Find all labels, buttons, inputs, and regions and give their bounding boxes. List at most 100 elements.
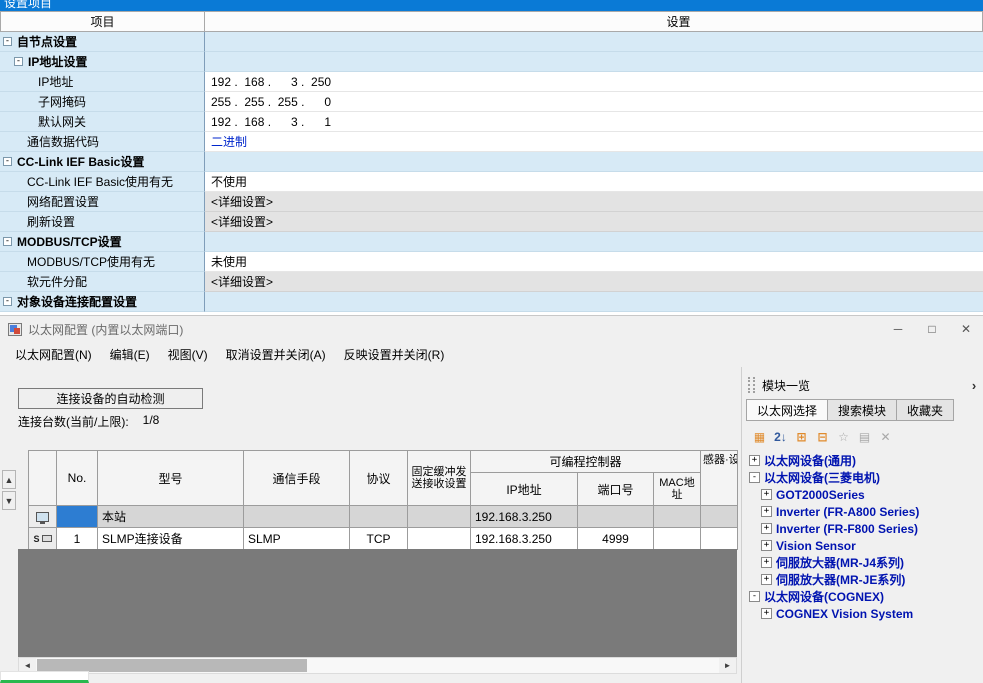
setting-item-cell[interactable]: 通信数据代码	[0, 132, 205, 152]
cell-buffer[interactable]	[408, 528, 471, 550]
menu-item[interactable]: 反映设置并关闭(R)	[335, 343, 454, 366]
setting-value-cell[interactable]: <详细设置>	[205, 212, 983, 232]
setting-value-cell[interactable]: 不使用	[205, 172, 983, 192]
cell-no[interactable]: 1	[57, 528, 98, 550]
module-list-item[interactable]: +伺服放大器(MR-J4系列)	[745, 554, 983, 571]
setting-item-cell[interactable]: -自节点设置	[0, 32, 205, 52]
cell-protocol[interactable]: TCP	[350, 528, 408, 550]
module-list-item[interactable]: +Inverter (FR-F800 Series)	[745, 520, 983, 537]
tree-expander-icon[interactable]: -	[749, 591, 760, 602]
module-list-item[interactable]: +GOT2000Series	[745, 486, 983, 503]
menu-item[interactable]: 以太网配置(N)	[6, 343, 101, 366]
settings-rows: -自节点设置-IP地址设置IP地址192 . 168 . 3 . 250子网掩码…	[0, 32, 983, 312]
close-button[interactable]: ✕	[949, 316, 983, 342]
move-station-down-button[interactable]: ▼	[2, 491, 16, 510]
sort-order-icon[interactable]: 2↓	[770, 427, 791, 447]
panel-grip-icon[interactable]	[748, 377, 755, 393]
module-list-item[interactable]: +Vision Sensor	[745, 537, 983, 554]
tree-expander-icon[interactable]: +	[761, 523, 772, 534]
module-list-item[interactable]: +伺服放大器(MR-JE系列)	[745, 571, 983, 588]
menu-item[interactable]: 视图(V)	[159, 343, 217, 366]
cell-mac[interactable]	[654, 528, 701, 550]
module-list-item[interactable]: +COGNEX Vision System	[745, 605, 983, 622]
tree-expander-icon[interactable]: +	[749, 455, 760, 466]
menu-item[interactable]: 取消设置并关闭(A)	[217, 343, 335, 366]
cell-model[interactable]: SLMP连接设备	[98, 528, 244, 550]
cell-buffer[interactable]	[408, 506, 471, 528]
scroll-left-icon: ◄	[24, 661, 32, 670]
cell-port[interactable]	[578, 506, 654, 528]
maximize-button[interactable]: □	[915, 316, 949, 342]
horizontal-scrollbar[interactable]: ◄ ►	[18, 657, 737, 674]
tree-expander-icon[interactable]: -	[749, 472, 760, 483]
tab-以太网选择[interactable]: 以太网选择	[746, 399, 828, 421]
tree-expander-icon[interactable]: +	[761, 540, 772, 551]
setting-item-cell[interactable]: -MODBUS/TCP设置	[0, 232, 205, 252]
setting-item-cell[interactable]: CC-Link IEF Basic使用有无	[0, 172, 205, 192]
tree-expander-icon[interactable]: +	[761, 557, 772, 568]
module-list-item[interactable]: -以太网设备(COGNEX)	[745, 588, 983, 605]
cell-sensor[interactable]	[701, 528, 738, 550]
setting-value-cell[interactable]: <详细设置>	[205, 272, 983, 292]
cell-mac[interactable]	[654, 506, 701, 528]
menu-item[interactable]: 编辑(E)	[101, 343, 159, 366]
setting-item-cell[interactable]: 软元件分配	[0, 272, 205, 292]
expand-tree-icon[interactable]: ⊞	[791, 427, 812, 447]
collapse-tree-icon[interactable]: ⊟	[812, 427, 833, 447]
module-image-view-icon[interactable]: ▦	[749, 427, 770, 447]
tree-expander-icon[interactable]: -	[3, 237, 12, 246]
setting-value-cell[interactable]: <详细设置>	[205, 192, 983, 212]
setting-item-cell[interactable]: -对象设备连接配置设置	[0, 292, 205, 312]
module-list-item[interactable]: +以太网设备(通用)	[745, 452, 983, 469]
setting-value-cell[interactable]: 未使用	[205, 252, 983, 272]
minimize-button[interactable]: ─	[881, 316, 915, 342]
setting-item-cell[interactable]: 刷新设置	[0, 212, 205, 232]
auto-detect-button[interactable]: 连接设备的自动检测	[18, 388, 203, 409]
cell-comm[interactable]: SLMP	[244, 528, 350, 550]
tab-搜索模块[interactable]: 搜索模块	[827, 399, 897, 421]
cell-ip[interactable]: 192.168.3.250	[471, 506, 578, 528]
tree-expander-icon[interactable]: +	[761, 574, 772, 585]
cell-icon[interactable]: S	[29, 528, 57, 550]
close-list-icon[interactable]: ✕	[875, 427, 896, 447]
favorite-icon[interactable]: ☆	[833, 427, 854, 447]
tree-expander-icon[interactable]: -	[3, 157, 12, 166]
module-list-item[interactable]: +Inverter (FR-A800 Series)	[745, 503, 983, 520]
setting-item-cell[interactable]: 子网掩码	[0, 92, 205, 112]
tree-expander-icon[interactable]: +	[761, 489, 772, 500]
setting-item-cell[interactable]: -IP地址设置	[0, 52, 205, 72]
move-station-up-button[interactable]: ▲	[2, 470, 16, 489]
cell-model[interactable]: 本站	[98, 506, 244, 528]
cell-no[interactable]	[57, 506, 98, 528]
setting-value-cell[interactable]: 255 . 255 . 255 . 0	[205, 92, 983, 112]
panel-collapse-button[interactable]: ›	[965, 378, 983, 393]
tree-expander-icon[interactable]: -	[3, 37, 12, 46]
setting-item-cell[interactable]: -CC-Link IEF Basic设置	[0, 152, 205, 172]
cell-sensor[interactable]	[701, 506, 738, 528]
window-titlebar[interactable]: 以太网配置 (内置以太网端口) ─ □ ✕	[0, 315, 983, 343]
setting-value-cell	[205, 232, 983, 252]
menu-bar: 以太网配置(N)编辑(E)视图(V)取消设置并关闭(A)反映设置并关闭(R)	[0, 343, 740, 366]
cell-protocol[interactable]	[350, 506, 408, 528]
cell-ip[interactable]: 192.168.3.250	[471, 528, 578, 550]
setting-value-cell[interactable]: 二进制	[205, 132, 983, 152]
cell-comm[interactable]	[244, 506, 350, 528]
tree-expander-icon[interactable]: +	[761, 608, 772, 619]
setting-item-cell[interactable]: MODBUS/TCP使用有无	[0, 252, 205, 272]
panel-splitter[interactable]	[741, 367, 742, 683]
tree-expander-icon[interactable]: -	[14, 57, 23, 66]
cell-icon[interactable]	[29, 506, 57, 528]
setting-item-cell[interactable]: 网络配置设置	[0, 192, 205, 212]
tree-expander-icon[interactable]: -	[3, 297, 12, 306]
module-panel-header[interactable]: 模块一览 ›	[745, 374, 983, 396]
setting-value-cell[interactable]: 192 . 168 . 3 . 250	[205, 72, 983, 92]
cell-port[interactable]: 4999	[578, 528, 654, 550]
scroll-right-button[interactable]: ►	[719, 658, 736, 673]
setting-item-cell[interactable]: IP地址	[0, 72, 205, 92]
tab-收藏夹[interactable]: 收藏夹	[896, 399, 954, 421]
module-list-item[interactable]: -以太网设备(三菱电机)	[745, 469, 983, 486]
setting-item-cell[interactable]: 默认网关	[0, 112, 205, 132]
setting-value-cell[interactable]: 192 . 168 . 3 . 1	[205, 112, 983, 132]
tree-expander-icon[interactable]: +	[761, 506, 772, 517]
paste-icon[interactable]: ▤	[854, 427, 875, 447]
